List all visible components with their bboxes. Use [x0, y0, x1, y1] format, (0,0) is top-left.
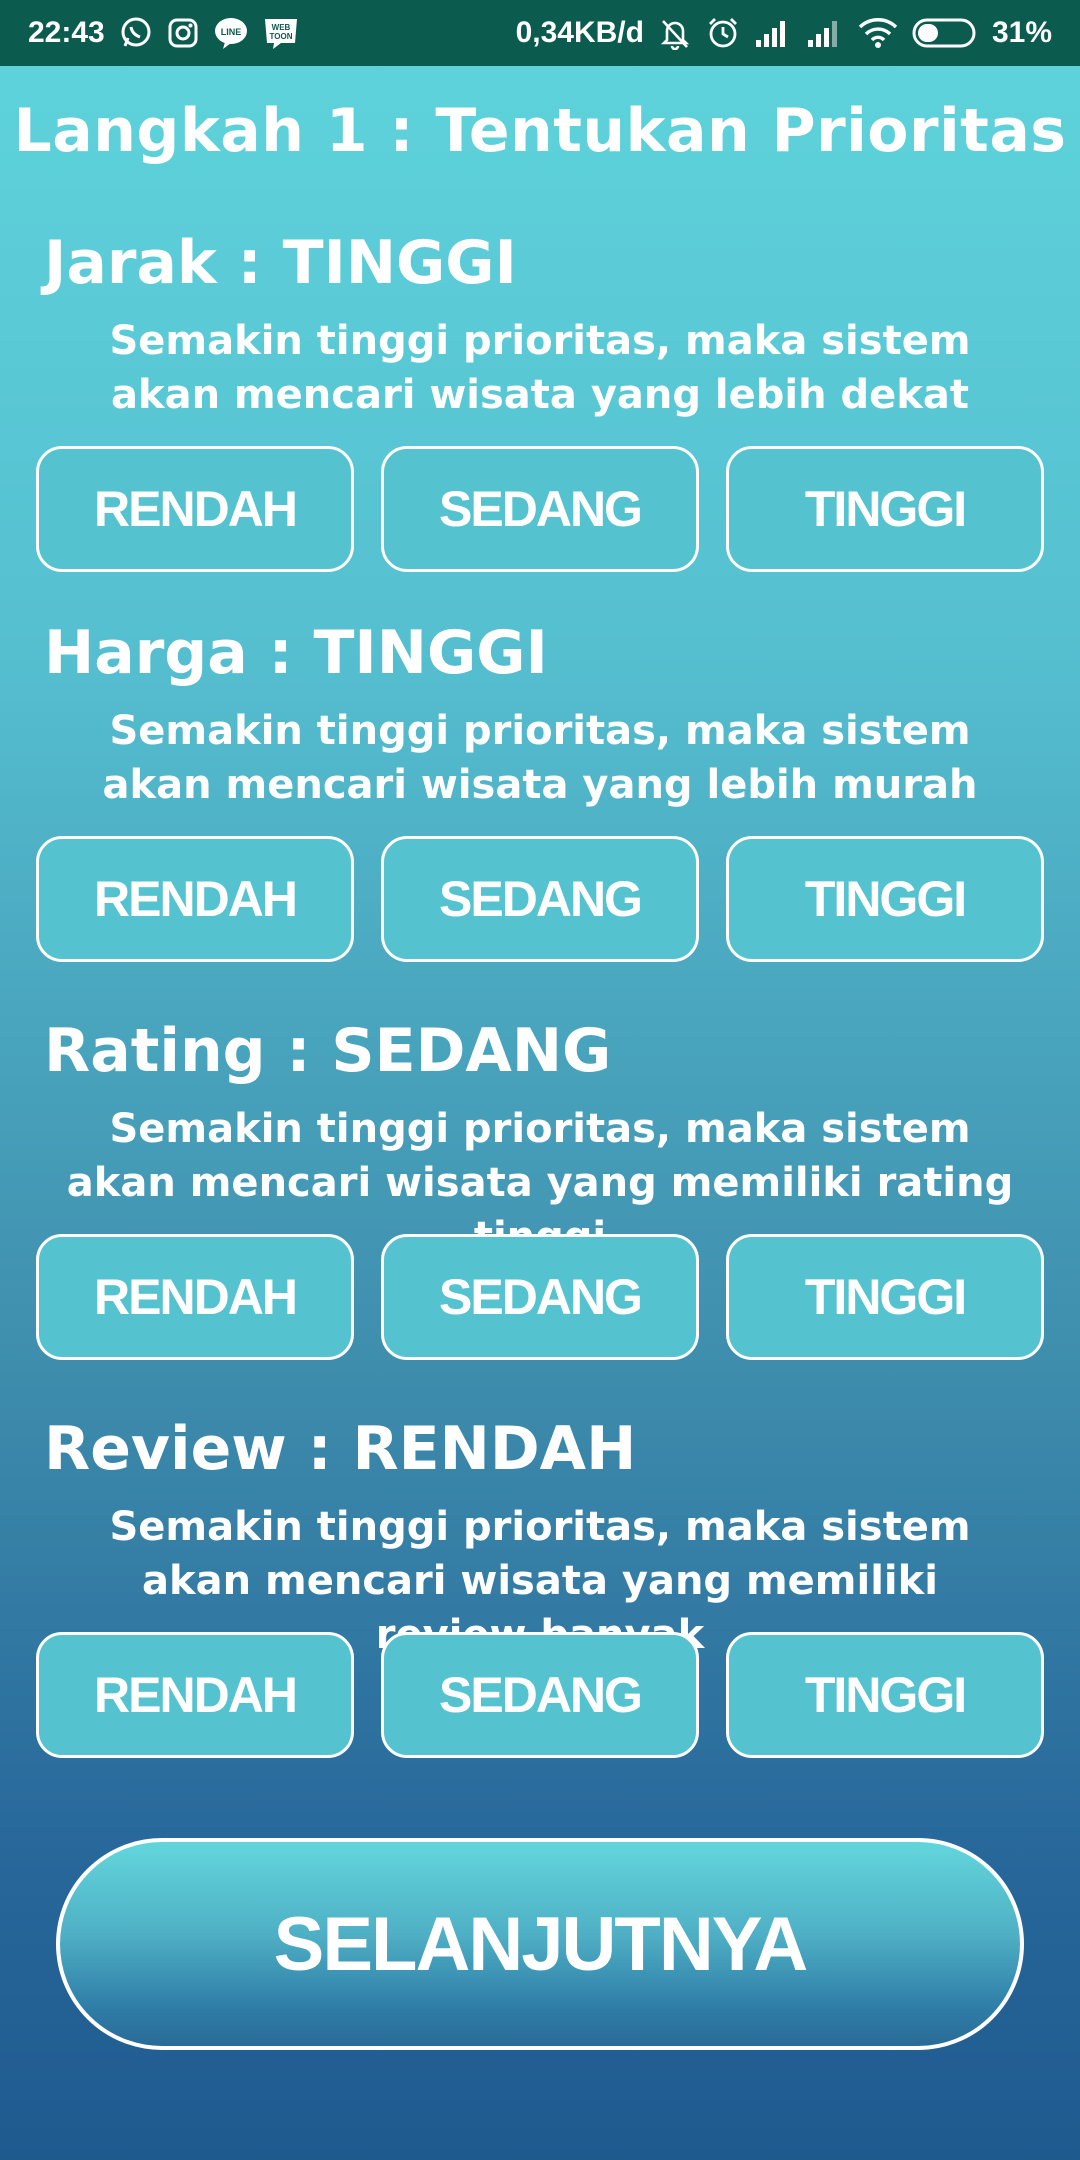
priority-options: RENDAH SEDANG TINGGI: [36, 1234, 1044, 1364]
harga-sedang-button[interactable]: SEDANG: [381, 836, 699, 962]
jarak-sedang-button[interactable]: SEDANG: [381, 446, 699, 572]
whatsapp-icon: [119, 16, 153, 50]
review-tinggi-button[interactable]: TINGGI: [726, 1632, 1044, 1758]
status-time: 22:43: [28, 16, 105, 49]
section-heading: Harga : TINGGI: [44, 618, 548, 688]
rating-sedang-button[interactable]: SEDANG: [381, 1234, 699, 1360]
battery-icon: [912, 17, 978, 49]
alarm-icon: [706, 16, 740, 50]
status-bar-right: 0,34KB/d 31%: [516, 16, 1052, 50]
jarak-rendah-button[interactable]: RENDAH: [36, 446, 354, 572]
rating-tinggi-button[interactable]: TINGGI: [726, 1234, 1044, 1360]
section-description: Semakin tinggi prioritas, maka sistem ak…: [102, 708, 978, 808]
instagram-icon: [167, 17, 199, 49]
mute-icon: [658, 16, 692, 50]
svg-text:LINE: LINE: [220, 27, 241, 37]
page-title: Langkah 1 : Tentukan Prioritas: [13, 96, 1067, 166]
signal-icon: [806, 18, 844, 48]
review-rendah-button[interactable]: RENDAH: [36, 1632, 354, 1758]
status-bar-left: 22:43 LINE WEB TOON: [28, 16, 299, 50]
network-speed: 0,34KB/d: [515, 16, 644, 49]
line-icon: LINE: [213, 16, 249, 50]
review-sedang-button[interactable]: SEDANG: [381, 1632, 699, 1758]
section-heading: Rating : SEDANG: [44, 1016, 612, 1086]
section-heading: Jarak : TINGGI: [44, 228, 517, 298]
status-bar: 22:43 LINE WEB TOON 0,34KB/d 31%: [0, 0, 1080, 66]
priority-options: RENDAH SEDANG TINGGI: [36, 446, 1044, 576]
harga-rendah-button[interactable]: RENDAH: [36, 836, 354, 962]
priority-options: RENDAH SEDANG TINGGI: [36, 1632, 1044, 1762]
signal-icon: [754, 18, 792, 48]
svg-text:TOON: TOON: [269, 32, 292, 41]
harga-tinggi-button[interactable]: TINGGI: [726, 836, 1044, 962]
webtoon-icon: WEB TOON: [263, 16, 299, 50]
section-description: Semakin tinggi prioritas, maka sistem ak…: [109, 318, 971, 418]
section-heading: Review : RENDAH: [44, 1414, 637, 1484]
battery-percent: 31%: [991, 16, 1052, 49]
wifi-icon: [858, 17, 898, 49]
rating-rendah-button[interactable]: RENDAH: [36, 1234, 354, 1360]
jarak-tinggi-button[interactable]: TINGGI: [726, 446, 1044, 572]
svg-text:WEB: WEB: [271, 23, 290, 32]
next-button[interactable]: SELANJUTNYA: [56, 1838, 1024, 2050]
priority-options: RENDAH SEDANG TINGGI: [36, 836, 1044, 966]
